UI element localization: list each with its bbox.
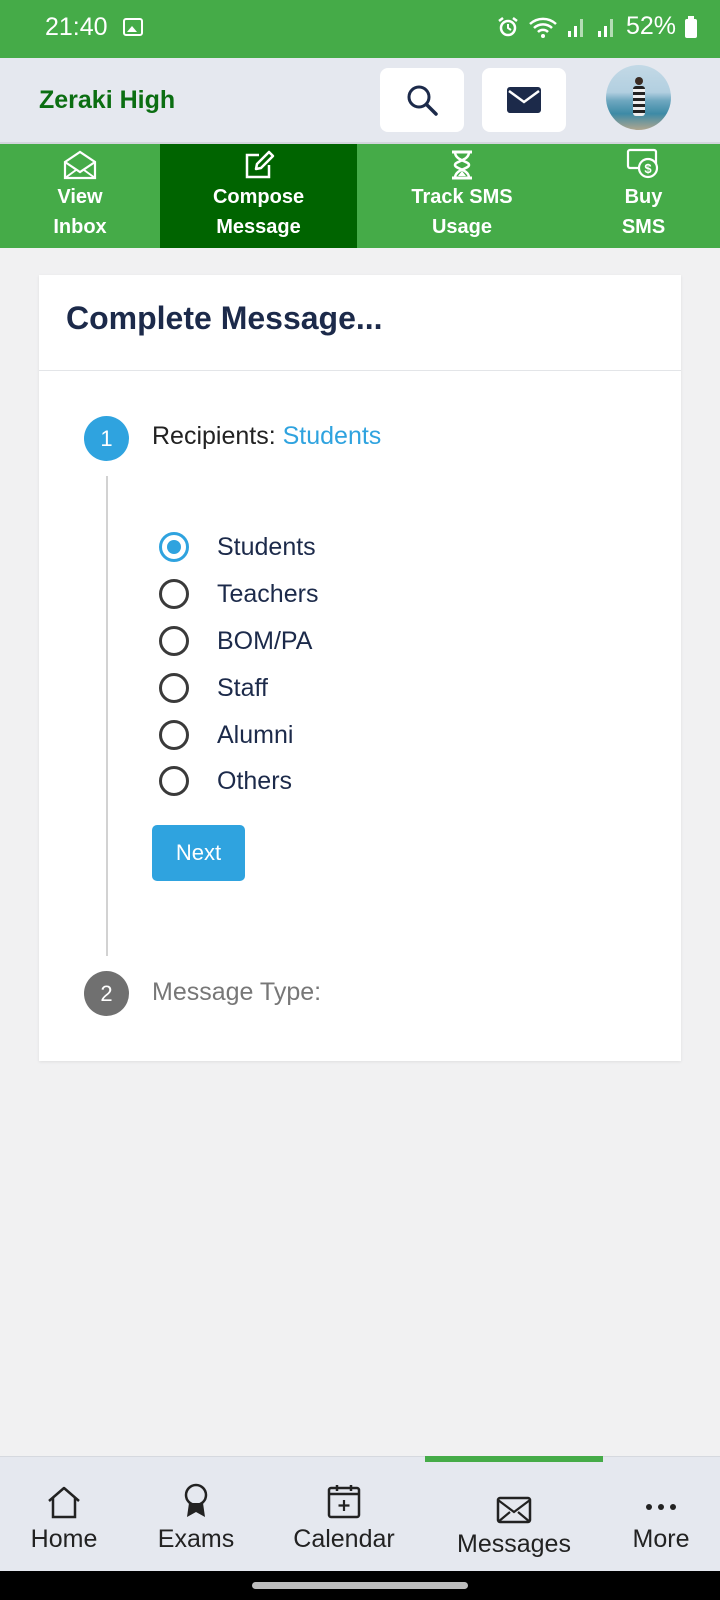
tab-view-inbox[interactable]: View Inbox <box>0 144 160 248</box>
nav-home[interactable]: Home <box>14 1457 114 1572</box>
tab-label: Track SMS Usage <box>411 186 513 238</box>
step-1-indicator: 1 <box>84 416 129 461</box>
tab-compose-message[interactable]: Compose Message <box>160 144 357 248</box>
step-connector <box>106 476 108 956</box>
tab-label: Compose Message <box>212 186 305 238</box>
signal-icon-2 <box>596 15 618 39</box>
tab-buy-sms[interactable]: $ Buy SMS <box>567 144 720 248</box>
step-1-title: Recipients: Students <box>152 422 381 451</box>
radio-button[interactable] <box>159 579 189 609</box>
envelope-icon <box>507 87 541 113</box>
calendar-icon <box>327 1485 361 1519</box>
nav-label: Exams <box>157 1525 235 1553</box>
nav-calendar[interactable]: Calendar <box>284 1457 404 1572</box>
hourglass-icon <box>452 150 472 180</box>
radio-option-bom-pa[interactable]: BOM/PA <box>159 626 312 656</box>
battery-percent: 52% <box>625 12 676 40</box>
radio-option-others[interactable]: Others <box>159 766 292 796</box>
nav-more[interactable]: More <box>611 1457 711 1572</box>
tab-label: View Inbox <box>53 186 107 238</box>
status-indicators: 52% <box>496 12 698 41</box>
envelope-icon <box>496 1496 532 1524</box>
svg-text:$: $ <box>644 161 652 176</box>
radio-option-students[interactable]: Students <box>159 532 316 562</box>
nav-label: More <box>632 1525 690 1553</box>
radio-label: Others <box>217 766 293 795</box>
open-envelope-icon <box>63 150 97 180</box>
nav-exams[interactable]: Exams <box>146 1457 246 1572</box>
active-tab-indicator <box>425 1456 603 1462</box>
radio-label: Staff <box>217 673 268 702</box>
divider <box>39 370 681 371</box>
wifi-icon <box>528 15 558 39</box>
gallery-notification-icon <box>123 18 143 36</box>
radio-button[interactable] <box>159 626 189 656</box>
app-header: Zeraki High <box>0 58 720 144</box>
step-1-label: Recipients: <box>152 422 283 450</box>
nav-label: Home <box>30 1525 98 1553</box>
battery-icon <box>684 15 698 39</box>
status-bar: 21:40 52% <box>0 0 720 58</box>
more-icon <box>646 1504 676 1510</box>
status-time: 21:40 <box>45 13 108 41</box>
radio-button[interactable] <box>159 720 189 750</box>
card-title: Complete Message... <box>66 300 383 336</box>
next-button[interactable]: Next <box>152 825 245 881</box>
radio-button[interactable] <box>159 766 189 796</box>
compose-card: Complete Message... <box>39 275 681 1061</box>
search-icon <box>407 85 438 116</box>
radio-button[interactable] <box>159 673 189 703</box>
radio-label: Teachers <box>217 579 319 608</box>
tab-track-sms-usage[interactable]: Track SMS Usage <box>357 144 567 248</box>
inbox-button[interactable] <box>482 68 566 132</box>
edit-icon <box>245 150 274 179</box>
radio-button-checked[interactable] <box>159 532 189 562</box>
step-1-value: Students <box>282 422 382 450</box>
nav-label: Messages <box>457 1530 571 1558</box>
radio-option-alumni[interactable]: Alumni <box>159 720 293 750</box>
radio-label: BOM/PA <box>217 626 313 655</box>
award-icon <box>184 1483 208 1517</box>
nav-messages[interactable]: Messages <box>434 1457 594 1572</box>
message-tabs: View Inbox Compose Message Track SMS Usa… <box>0 144 720 248</box>
signal-icon <box>566 15 588 39</box>
radio-option-teachers[interactable]: Teachers <box>159 579 318 609</box>
radio-label: Alumni <box>217 720 294 749</box>
step-2-title[interactable]: Message Type: <box>152 978 321 1007</box>
system-navigation-bar <box>0 1571 720 1600</box>
radio-option-staff[interactable]: Staff <box>159 673 268 703</box>
alarm-icon <box>496 15 520 39</box>
money-icon: $ <box>626 148 658 179</box>
avatar[interactable] <box>606 65 671 130</box>
school-name: Zeraki High <box>39 86 176 114</box>
radio-label: Students <box>217 532 316 561</box>
step-2-indicator: 2 <box>84 971 129 1016</box>
tab-label: Buy SMS <box>621 186 666 238</box>
home-icon <box>48 1486 80 1519</box>
bottom-navigation: Home Exams Calendar Messages More <box>0 1456 720 1571</box>
home-gesture-pill[interactable] <box>252 1582 468 1589</box>
search-button[interactable] <box>380 68 464 132</box>
avatar-photo <box>633 77 645 119</box>
nav-label: Calendar <box>293 1525 395 1553</box>
